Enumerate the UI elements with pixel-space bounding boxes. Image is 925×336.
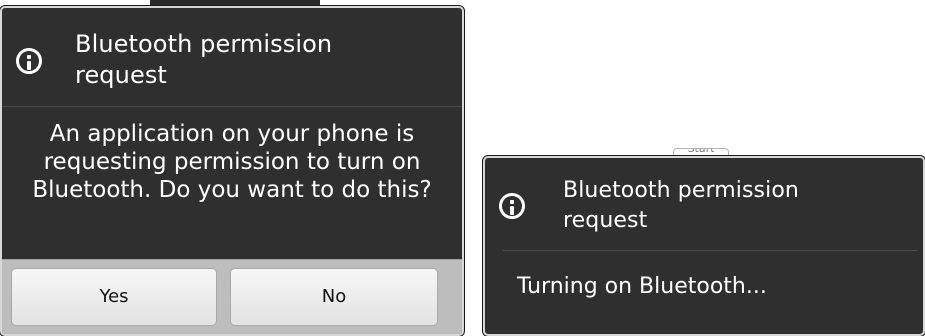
dialog-divider <box>503 250 917 251</box>
bluetooth-status-text: Turning on Bluetooth... <box>517 274 767 299</box>
permission-message: An application on your phone is requesti… <box>32 121 432 203</box>
dialog-title: Bluetooth permission request <box>75 30 333 89</box>
info-icon <box>16 48 42 74</box>
bluetooth-status-dialog: Bluetooth permission request Turning on … <box>483 156 925 336</box>
dialog-title: Bluetooth permission request <box>563 178 799 233</box>
bluetooth-permission-dialog: Bluetooth permission request An applicat… <box>0 6 464 336</box>
no-button[interactable]: No <box>230 268 438 326</box>
dialog-button-bar: Yes No <box>2 259 462 334</box>
yes-button[interactable]: Yes <box>11 268 217 326</box>
info-icon <box>499 193 525 219</box>
dialog-divider <box>2 106 462 107</box>
